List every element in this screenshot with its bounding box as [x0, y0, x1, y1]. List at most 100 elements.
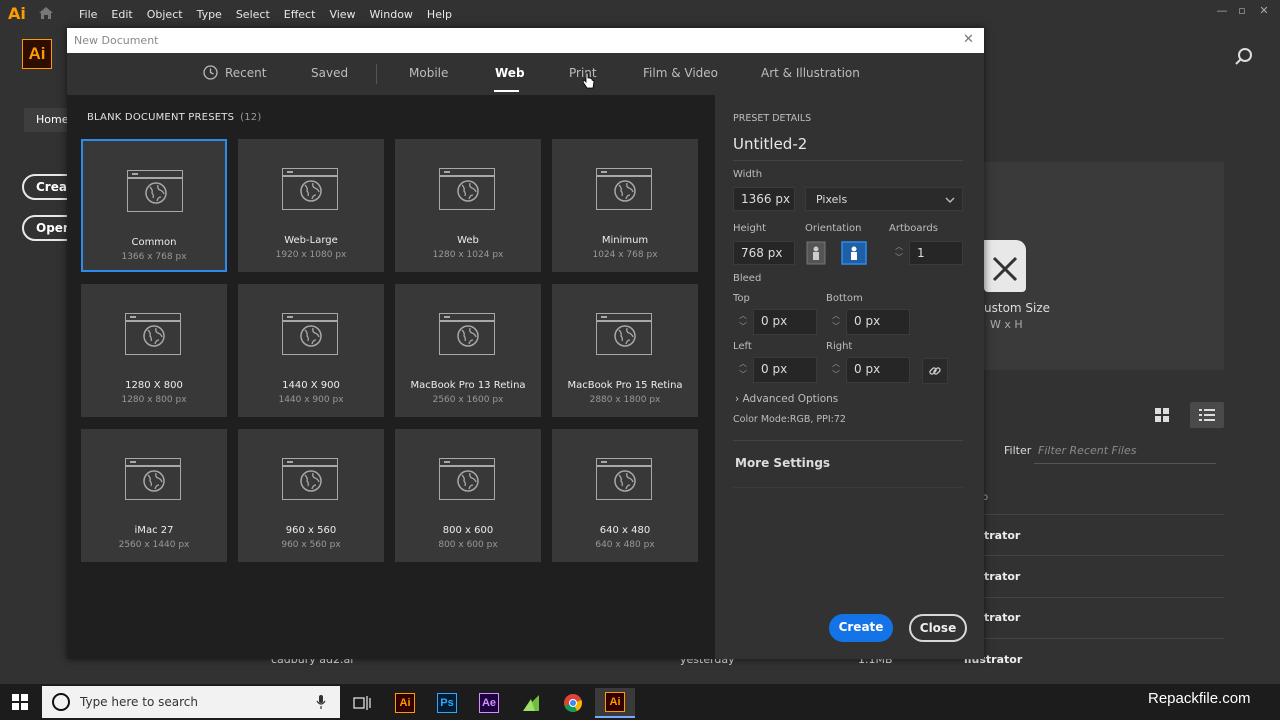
preset-card[interactable]: MacBook Pro 13 Retina 2560 x 1600 px [395, 284, 541, 417]
preset-details-panel: PRESET DETAILS Untitled-2 Width 1366 px … [715, 95, 984, 659]
bleed-right-input[interactable]: 0 px [846, 357, 910, 383]
preset-card[interactable]: 960 x 560 960 x 560 px [238, 429, 384, 562]
tab-web[interactable]: Web [495, 66, 525, 80]
after-effects-taskbar-label: Ae [479, 693, 499, 713]
custom-size-icon[interactable] [984, 240, 1026, 292]
close-button[interactable]: Close [909, 614, 967, 642]
document-name-input[interactable]: Untitled-2 [733, 135, 963, 161]
preset-card[interactable]: Minimum 1024 x 768 px [552, 139, 698, 272]
bleed-right-stepper[interactable]: ︿ ﹀ [829, 358, 843, 382]
recent-file-type: trator [984, 611, 1021, 624]
dialog-titlebar: New Document ✕ [67, 28, 984, 53]
preset-tabs: Recent Saved Mobile Web Print Film & Vid… [67, 53, 984, 95]
bleed-label: Bleed [733, 273, 762, 284]
preset-card[interactable]: MacBook Pro 15 Retina 2880 x 1800 px [552, 284, 698, 417]
preset-name: 800 x 600 [442, 525, 494, 536]
width-input[interactable]: 1366 px [733, 187, 795, 211]
preset-card[interactable]: Web-Large 1920 x 1080 px [238, 139, 384, 272]
search-icon[interactable] [1234, 47, 1254, 70]
menu-help[interactable]: Help [420, 8, 459, 21]
preset-name: 640 x 480 [599, 525, 651, 536]
new-document-dialog: New Document ✕ Recent Saved Mobile Web P… [67, 28, 984, 659]
web-document-icon [282, 458, 338, 500]
maximize-icon[interactable]: ▫ [1234, 4, 1250, 17]
bleed-top-label: Top [733, 293, 750, 304]
microphone-icon[interactable] [316, 694, 326, 713]
tab-recent[interactable]: Recent [225, 66, 266, 80]
filter-recent-files-input[interactable]: Filter Recent Files [1034, 440, 1216, 464]
illustrator-active-icon[interactable]: Ai [595, 688, 635, 718]
custom-size-label: ustom Size [984, 301, 1051, 315]
chevron-right-icon: › [735, 393, 740, 405]
preset-card[interactable]: 800 x 600 800 x 600 px [395, 429, 541, 562]
preset-card[interactable]: iMac 27 2560 x 1440 px [81, 429, 227, 562]
menu-file[interactable]: File [72, 8, 104, 21]
grid-view-icon[interactable] [1154, 407, 1170, 426]
list-view-icon[interactable] [1190, 402, 1224, 428]
windows-start-icon[interactable] [12, 694, 28, 713]
menu-window[interactable]: Window [363, 8, 420, 21]
preset-card[interactable]: Web 1280 x 1024 px [395, 139, 541, 272]
chevron-down-icon[interactable] [945, 194, 955, 207]
menu-object[interactable]: Object [140, 8, 190, 21]
bleed-left-stepper[interactable]: ︿ ﹀ [736, 358, 750, 382]
camtasia-icon[interactable] [511, 688, 551, 718]
preset-size: 960 x 560 px [281, 540, 341, 550]
orientation-label: Orientation [805, 223, 862, 234]
link-bleed-icon[interactable] [922, 358, 948, 384]
chrome-icon[interactable] [553, 688, 593, 718]
menu-view[interactable]: View [322, 8, 362, 21]
units-dropdown[interactable]: Pixels [805, 187, 963, 211]
custom-size-wxh: W x H [990, 318, 1023, 331]
preset-card[interactable]: 1440 X 900 1440 x 900 px [238, 284, 384, 417]
tab-art-illustration[interactable]: Art & Illustration [761, 66, 860, 80]
bleed-top-stepper[interactable]: ︿ ﹀ [736, 310, 750, 334]
tab-saved[interactable]: Saved [311, 66, 348, 80]
home-icon[interactable] [38, 6, 54, 23]
watermark-text: Repackfile.com [1148, 690, 1251, 707]
portrait-orientation-icon[interactable] [806, 241, 826, 265]
artboards-input[interactable]: 1 [909, 241, 963, 265]
tab-mobile[interactable]: Mobile [409, 66, 448, 80]
tab-film-video[interactable]: Film & Video [643, 66, 718, 80]
preset-card[interactable]: 640 x 480 640 x 480 px [552, 429, 698, 562]
more-settings-button[interactable]: More Settings [735, 456, 830, 470]
width-label: Width [733, 169, 763, 180]
dialog-close-icon[interactable]: ✕ [963, 32, 974, 47]
window-close-icon[interactable]: ✕ [1256, 4, 1272, 17]
artboards-stepper[interactable]: ︿ ﹀ [892, 241, 906, 265]
bleed-left-input[interactable]: 0 px [753, 357, 817, 383]
tab-separator [376, 64, 377, 84]
minimize-icon[interactable]: — [1214, 4, 1230, 17]
advanced-options-toggle[interactable]: › Advanced Options [735, 393, 838, 405]
preset-card[interactable]: 1280 X 800 1280 x 800 px [81, 284, 227, 417]
cortana-icon [52, 693, 70, 711]
illustrator-app-icon: Ai [8, 4, 26, 23]
bleed-top-input[interactable]: 0 px [753, 309, 817, 335]
height-input[interactable]: 768 px [733, 241, 795, 265]
illustrator-logo: Ai [22, 39, 52, 69]
menu-edit[interactable]: Edit [104, 8, 139, 21]
web-document-icon [127, 170, 183, 212]
preset-size: 2560 x 1440 px [118, 540, 190, 550]
row-divider [984, 638, 1224, 639]
illustrator-icon[interactable]: Ai [385, 688, 425, 718]
clock-icon [203, 65, 218, 83]
after-effects-icon[interactable]: Ae [469, 688, 509, 718]
row-divider [984, 597, 1224, 598]
active-tab-indicator [494, 90, 519, 92]
bleed-bottom-stepper[interactable]: ︿ ﹀ [829, 310, 843, 334]
recent-file-type: trator [984, 529, 1021, 542]
menu-select[interactable]: Select [229, 8, 277, 21]
menu-effect[interactable]: Effect [277, 8, 323, 21]
taskbar-search-box[interactable]: Type here to search [42, 686, 340, 718]
preset-card[interactable]: Common 1366 x 768 px [81, 139, 227, 272]
menu-type[interactable]: Type [190, 8, 229, 21]
bleed-bottom-input[interactable]: 0 px [846, 309, 910, 335]
create-button[interactable]: Create [829, 614, 893, 642]
presets-header-label: BLANK DOCUMENT PRESETS [87, 112, 235, 123]
photoshop-icon[interactable]: Ps [427, 688, 467, 718]
landscape-orientation-icon[interactable] [841, 241, 867, 265]
preset-size: 1366 x 768 px [121, 252, 187, 262]
task-view-icon[interactable] [342, 688, 382, 718]
